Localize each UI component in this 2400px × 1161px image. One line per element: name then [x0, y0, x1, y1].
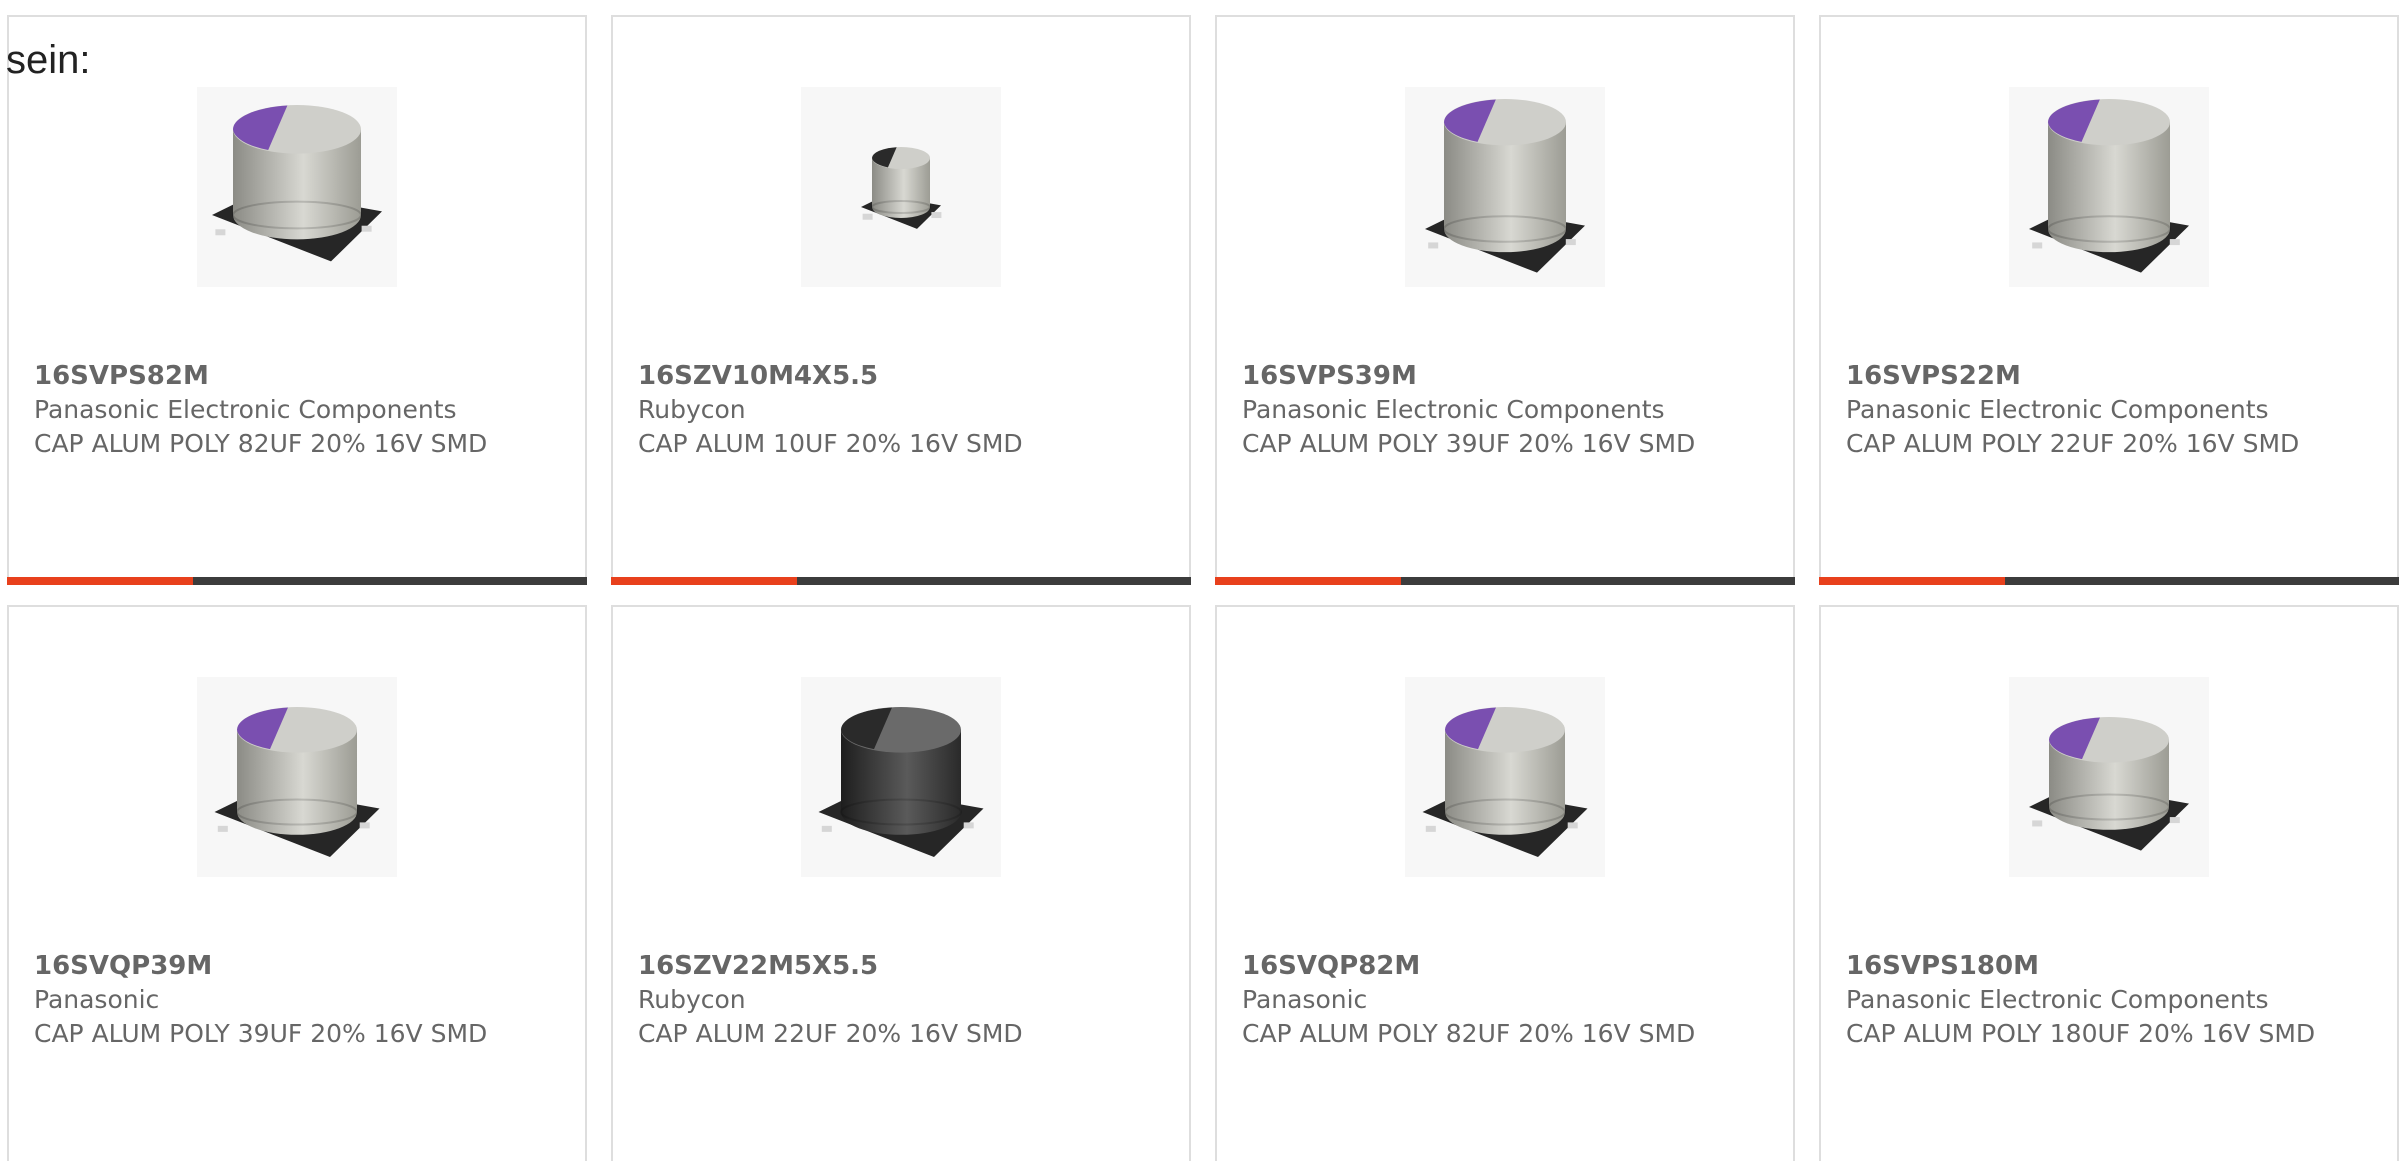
product-description: CAP ALUM POLY 180UF 20% 16V SMD [1846, 1019, 2316, 1048]
card-progress-fill [1215, 577, 1401, 585]
polymer-capacitor-purple-stripe-icon [214, 707, 380, 858]
polymer-capacitor-purple-stripe-icon[interactable] [197, 87, 397, 287]
aluminum-capacitor-black-stripe-icon [861, 147, 942, 229]
product-info: 16SVPS82M Panasonic Electronic Component… [34, 359, 514, 461]
polymer-capacitor-purple-stripe-icon [212, 105, 382, 262]
terminal-pin-shape [1428, 242, 1439, 249]
terminal-pin-shape [1567, 822, 1578, 829]
aluminum-capacitor-black-stripe-icon[interactable] [801, 87, 1001, 287]
product-card-16szv22m5x5.5[interactable]: 16SZV22M5X5.5 Rubycon CAP ALUM 22UF 20% … [611, 605, 1191, 1161]
terminal-pin-shape [2169, 817, 2180, 824]
product-description: CAP ALUM POLY 39UF 20% 16V SMD [34, 1019, 488, 1048]
product-info: 16SVQP39M Panasonic CAP ALUM POLY 39UF 2… [34, 949, 514, 1051]
card-progress-bar [611, 577, 1191, 585]
part-number[interactable]: 16SZV10M4X5.5 [638, 359, 1118, 393]
manufacturer-name: Panasonic Electronic Components [1242, 395, 1665, 424]
polymer-capacitor-purple-stripe-icon [2029, 99, 2189, 273]
product-card-16svqp39m[interactable]: 16SVQP39M Panasonic CAP ALUM POLY 39UF 2… [7, 605, 587, 1161]
polymer-capacitor-purple-stripe-icon[interactable] [2009, 677, 2209, 877]
card-progress-bar [7, 577, 587, 585]
product-card-16svps22m[interactable]: 16SVPS22M Panasonic Electronic Component… [1819, 15, 2399, 585]
part-number[interactable]: 16SZV22M5X5.5 [638, 949, 1118, 983]
part-number[interactable]: 16SVQP82M [1242, 949, 1722, 983]
terminal-pin-shape [862, 213, 873, 220]
product-card-16svps39m[interactable]: 16SVPS39M Panasonic Electronic Component… [1215, 15, 1795, 585]
product-grid-page: sein: 16SVPS82M Panasonic Electronic Com… [0, 0, 2400, 1161]
terminal-pin-shape [1425, 825, 1436, 832]
terminal-pin-shape [2169, 239, 2180, 246]
product-info: 16SVQP82M Panasonic CAP ALUM POLY 82UF 2… [1242, 949, 1722, 1051]
card-progress-fill [1819, 577, 2005, 585]
terminal-pin-shape [1565, 239, 1576, 246]
product-description: CAP ALUM 10UF 20% 16V SMD [638, 429, 1023, 458]
intro-text: sein: [6, 38, 91, 82]
polymer-capacitor-purple-stripe-icon[interactable] [1405, 677, 1605, 877]
polymer-capacitor-purple-stripe-icon[interactable] [197, 677, 397, 877]
product-description: CAP ALUM POLY 82UF 20% 16V SMD [1242, 1019, 1696, 1048]
terminal-pin-shape [931, 212, 942, 219]
polymer-capacitor-purple-stripe-icon[interactable] [2009, 87, 2209, 287]
product-card-16svps82m[interactable]: 16SVPS82M Panasonic Electronic Component… [7, 15, 587, 585]
polymer-capacitor-purple-stripe-icon[interactable] [1405, 87, 1605, 287]
manufacturer-name: Panasonic Electronic Components [1846, 985, 2269, 1014]
product-card-16svps180m[interactable]: 16SVPS180M Panasonic Electronic Componen… [1819, 605, 2399, 1161]
part-number[interactable]: 16SVPS22M [1846, 359, 2326, 393]
part-number[interactable]: 16SVPS82M [34, 359, 514, 393]
terminal-pin-shape [821, 825, 832, 832]
terminal-pin-shape [361, 225, 372, 232]
manufacturer-name: Panasonic [34, 985, 160, 1014]
terminal-pin-shape [215, 229, 226, 236]
polymer-capacitor-purple-stripe-icon [1425, 99, 1585, 273]
product-description: CAP ALUM 22UF 20% 16V SMD [638, 1019, 1023, 1048]
polymer-capacitor-purple-stripe-icon [2029, 717, 2189, 851]
manufacturer-name: Rubycon [638, 395, 746, 424]
polymer-capacitor-purple-stripe-icon [1422, 707, 1588, 858]
product-card-16szv10m4x5.5[interactable]: 16SZV10M4X5.5 Rubycon CAP ALUM 10UF 20% … [611, 15, 1191, 585]
product-card-16svqp82m[interactable]: 16SVQP82M Panasonic CAP ALUM POLY 82UF 2… [1215, 605, 1795, 1161]
product-info: 16SVPS22M Panasonic Electronic Component… [1846, 359, 2326, 461]
product-info: 16SVPS180M Panasonic Electronic Componen… [1846, 949, 2326, 1051]
terminal-pin-shape [963, 822, 974, 829]
manufacturer-name: Rubycon [638, 985, 746, 1014]
part-number[interactable]: 16SVPS180M [1846, 949, 2326, 983]
card-progress-fill [611, 577, 797, 585]
product-description: CAP ALUM POLY 82UF 20% 16V SMD [34, 429, 488, 458]
card-progress-bar [1215, 577, 1795, 585]
part-number[interactable]: 16SVQP39M [34, 949, 514, 983]
product-description: CAP ALUM POLY 39UF 20% 16V SMD [1242, 429, 1696, 458]
product-info: 16SZV22M5X5.5 Rubycon CAP ALUM 22UF 20% … [638, 949, 1118, 1051]
terminal-pin-shape [217, 825, 228, 832]
manufacturer-name: Panasonic Electronic Components [1846, 395, 2269, 424]
manufacturer-name: Panasonic Electronic Components [34, 395, 457, 424]
card-progress-bar [1819, 577, 2399, 585]
product-info: 16SZV10M4X5.5 Rubycon CAP ALUM 10UF 20% … [638, 359, 1118, 461]
product-info: 16SVPS39M Panasonic Electronic Component… [1242, 359, 1722, 461]
aluminum-capacitor-dark-icon[interactable] [801, 677, 1001, 877]
card-progress-fill [7, 577, 193, 585]
terminal-pin-shape [2032, 820, 2043, 827]
manufacturer-name: Panasonic [1242, 985, 1368, 1014]
terminal-pin-shape [359, 822, 370, 829]
aluminum-capacitor-dark-icon [818, 707, 984, 858]
product-description: CAP ALUM POLY 22UF 20% 16V SMD [1846, 429, 2300, 458]
part-number[interactable]: 16SVPS39M [1242, 359, 1722, 393]
terminal-pin-shape [2032, 242, 2043, 249]
product-grid: 16SVPS82M Panasonic Electronic Component… [7, 15, 2399, 1161]
